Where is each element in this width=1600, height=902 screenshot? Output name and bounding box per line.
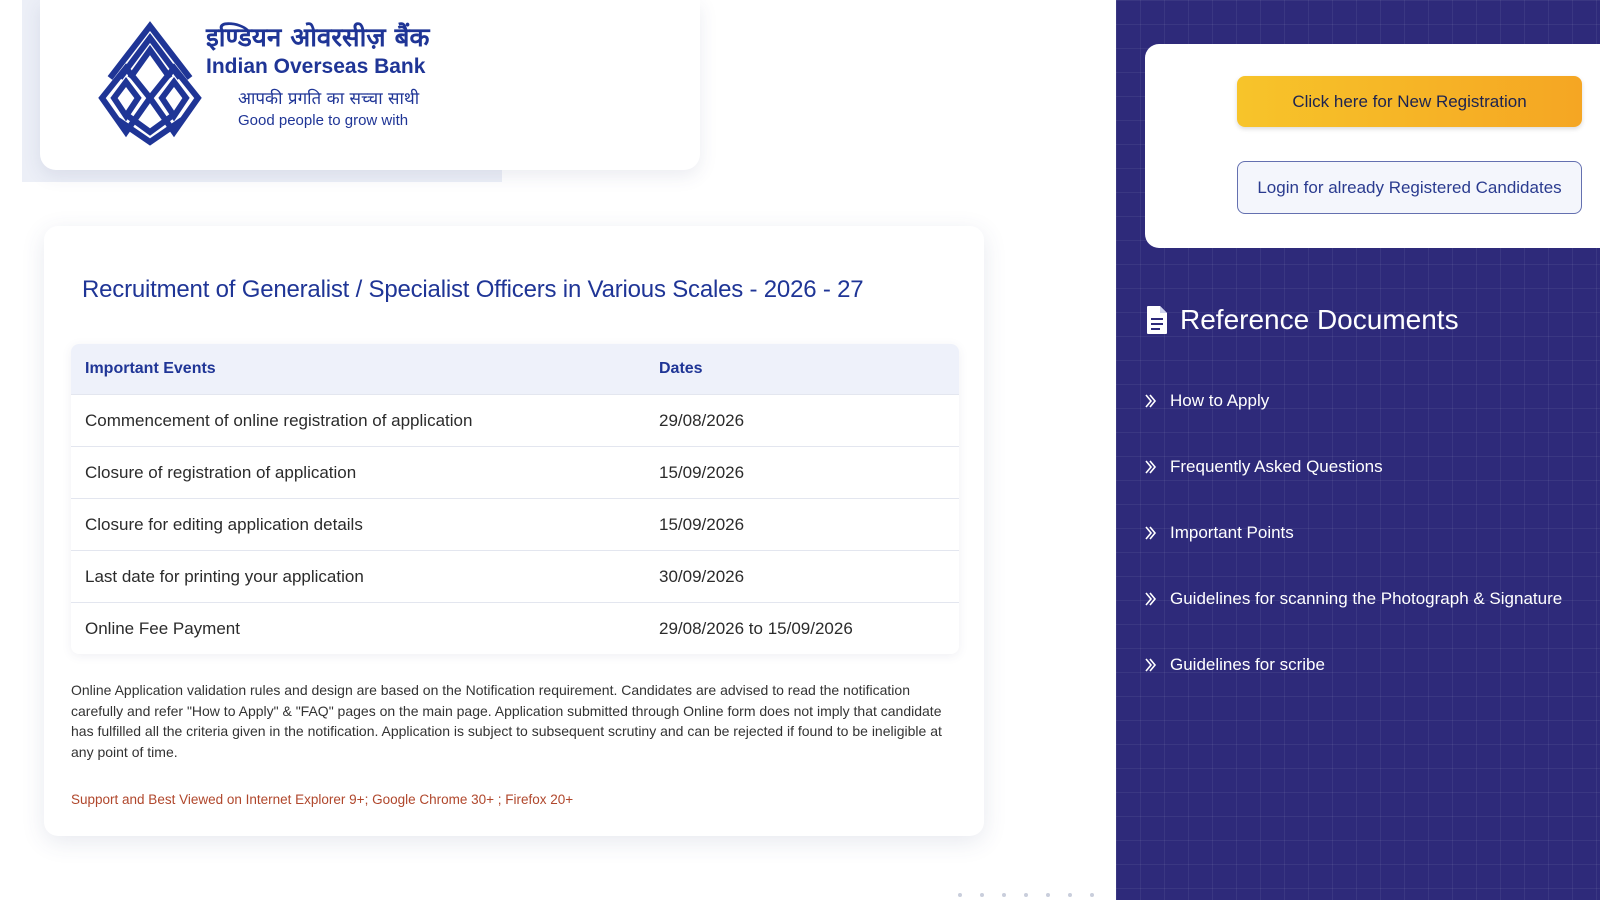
login-registered-button[interactable]: Login for already Registered Candidates — [1237, 161, 1582, 214]
table-row: Last date for printing your application … — [71, 550, 959, 603]
dot — [1002, 893, 1006, 897]
date-cell: 15/09/2026 — [645, 446, 959, 499]
event-cell: Online Fee Payment — [71, 602, 645, 654]
disclaimer-text: Online Application validation rules and … — [71, 682, 942, 760]
double-chevron-right-icon — [1145, 658, 1157, 672]
page-title: Recruitment of Generalist / Specialist O… — [82, 276, 864, 303]
reference-documents-list: How to Apply Frequently Asked Questions … — [1144, 368, 1562, 698]
left-content-area: इण्डियन ओवरसीज़ बैंक Indian Overseas Ban… — [0, 0, 1116, 900]
dot — [980, 893, 984, 897]
doc-link-label: Important Points — [1170, 523, 1294, 542]
doc-link-faq[interactable]: Frequently Asked Questions — [1144, 434, 1562, 500]
doc-link-important-points[interactable]: Important Points — [1144, 500, 1562, 566]
table-row: Closure of registration of application 1… — [71, 446, 959, 499]
column-header-dates: Dates — [645, 344, 959, 395]
event-cell: Closure of registration of application — [71, 446, 645, 499]
table-row: Online Fee Payment 29/08/2026 to 15/09/2… — [71, 602, 959, 654]
date-cell: 29/08/2026 — [645, 394, 959, 447]
doc-link-how-to-apply[interactable]: How to Apply — [1144, 368, 1562, 434]
tagline-english: Good people to grow with — [238, 112, 409, 129]
dot — [1068, 893, 1072, 897]
double-chevron-right-icon — [1145, 526, 1157, 540]
dot — [1090, 893, 1094, 897]
logo-text-block: इण्डियन ओवरसीज़ बैंक Indian Overseas Ban… — [206, 22, 466, 130]
logo-card: इण्डियन ओवरसीज़ बैंक Indian Overseas Ban… — [40, 0, 700, 170]
tagline-hindi: आपकी प्रगति का सच्चा साथी — [238, 89, 420, 109]
doc-link-label: Guidelines for scribe — [1170, 655, 1325, 674]
recruitment-info-card: Recruitment of Generalist / Specialist O… — [44, 226, 984, 836]
double-chevron-right-icon — [1145, 592, 1157, 606]
browser-support-note: Support and Best Viewed on Internet Expl… — [71, 792, 574, 807]
doc-link-label: Frequently Asked Questions — [1170, 457, 1383, 476]
date-cell: 30/09/2026 — [645, 550, 959, 603]
reference-documents-header: Reference Documents — [1146, 304, 1459, 336]
new-registration-button[interactable]: Click here for New Registration — [1237, 76, 1582, 127]
event-cell: Commencement of online registration of a… — [71, 394, 645, 447]
doc-link-label: Guidelines for scanning the Photograph &… — [1170, 589, 1563, 608]
sidebar-panel: Click here for New Registration Login fo… — [1116, 0, 1600, 900]
pagination-dots — [958, 884, 1112, 902]
event-cell: Last date for printing your application — [71, 550, 645, 603]
reference-documents-title: Reference Documents — [1180, 304, 1459, 335]
date-cell: 29/08/2026 to 15/09/2026 — [645, 602, 959, 654]
registration-action-card: Click here for New Registration Login fo… — [1145, 44, 1600, 248]
column-header-events: Important Events — [71, 344, 645, 395]
bank-name-english: Indian Overseas Bank — [206, 55, 426, 78]
double-chevron-right-icon — [1145, 460, 1157, 474]
date-cell: 15/09/2026 — [645, 498, 959, 551]
doc-link-label: How to Apply — [1170, 391, 1270, 410]
event-cell: Closure for editing application details — [71, 498, 645, 551]
dot — [1024, 893, 1028, 897]
doc-link-scribe-guidelines[interactable]: Guidelines for scribe — [1144, 632, 1562, 698]
dot — [1046, 893, 1050, 897]
table-row: Closure for editing application details … — [71, 498, 959, 551]
iob-logo-icon — [98, 21, 202, 146]
important-dates-table: Important Events Dates Commencement of o… — [71, 344, 959, 654]
table-row: Commencement of online registration of a… — [71, 394, 959, 447]
doc-link-scanning-guidelines[interactable]: Guidelines for scanning the Photograph &… — [1144, 566, 1562, 632]
bank-name-hindi: इण्डियन ओवरसीज़ बैंक — [206, 23, 430, 53]
table-header-row: Important Events Dates — [71, 344, 959, 395]
double-chevron-right-icon — [1145, 394, 1157, 408]
dot — [958, 893, 962, 897]
document-icon — [1147, 306, 1167, 334]
